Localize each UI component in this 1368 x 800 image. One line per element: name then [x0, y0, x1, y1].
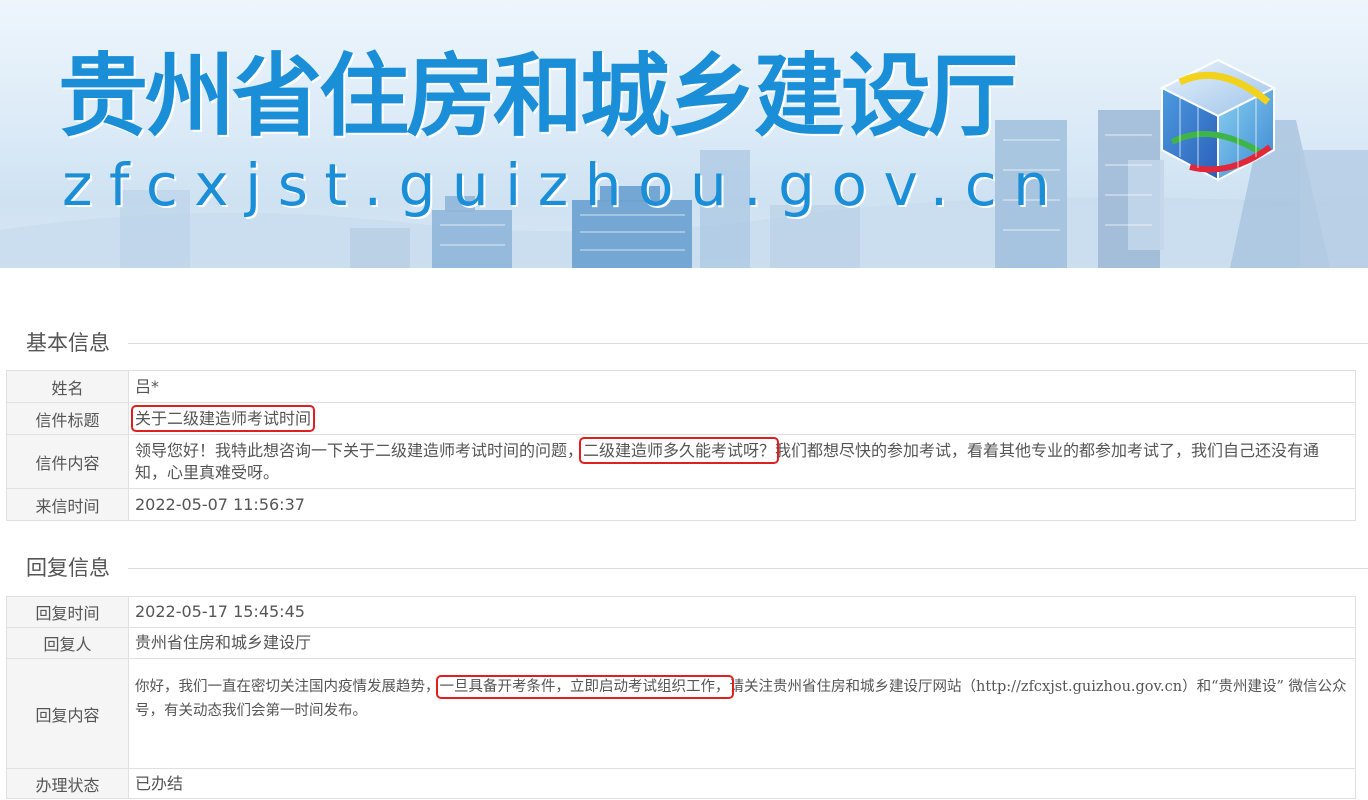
reply-time-value: 2022-05-17 15:45:45: [128, 596, 1356, 628]
table-row: 姓名 吕*: [6, 370, 1356, 403]
basic-info-header: 基本信息: [0, 328, 1368, 358]
content-highlight: 二级建造师多久能考试呀？: [579, 436, 780, 464]
reply-info-table: 回复时间 2022-05-17 15:45:45 回复人 贵州省住房和城乡建设厅…: [6, 596, 1356, 799]
reply-info-heading: 回复信息: [26, 553, 116, 583]
subject-value: 关于二级建造师考试时间: [130, 404, 316, 432]
site-banner: 贵州省住房和城乡建设厅 zfcxjst.guizhou.gov.cn: [0, 0, 1368, 268]
table-row: 回复时间 2022-05-17 15:45:45: [6, 596, 1356, 628]
reply-content-label: 回复内容: [6, 658, 129, 769]
banner-domain: zfcxjst.guizhou.gov.cn: [62, 151, 1067, 219]
basic-info-table: 姓名 吕* 信件标题 关于二级建造师考试时间 信件内容 领导您好！我特此想咨询一…: [6, 370, 1356, 521]
letter-time-label: 来信时间: [6, 488, 129, 521]
table-row: 信件标题 关于二级建造师考试时间: [6, 402, 1356, 435]
divider: [128, 568, 1368, 569]
letter-time-value: 2022-05-07 11:56:37: [128, 488, 1356, 521]
table-row: 办理状态 已办结: [6, 768, 1356, 799]
content-label: 信件内容: [6, 434, 129, 489]
table-row: 信件内容 领导您好！我特此想咨询一下关于二级建造师考试时间的问题，二级建造师多久…: [6, 434, 1356, 489]
reply-content: 你好，我们一直在密切关注国内疫情发展趋势，一旦具备开考条件，立即启动考试组织工作…: [135, 675, 1347, 719]
table-row: 来信时间 2022-05-07 11:56:37: [6, 488, 1356, 521]
department-logo-icon: [1159, 58, 1277, 182]
name-value: 吕*: [128, 370, 1356, 403]
name-label: 姓名: [6, 370, 129, 403]
basic-info-heading: 基本信息: [26, 328, 116, 358]
status-label: 办理状态: [6, 768, 129, 799]
divider: [128, 343, 1368, 344]
banner-title: 贵州省住房和城乡建设厅: [58, 44, 1018, 149]
reply-time-label: 回复时间: [6, 596, 129, 628]
table-row: 回复人 贵州省住房和城乡建设厅: [6, 627, 1356, 659]
letter-content: 领导您好！我特此想咨询一下关于二级建造师考试时间的问题，二级建造师多久能考试呀？…: [128, 434, 1356, 489]
subject-label: 信件标题: [6, 402, 129, 435]
status-value: 已办结: [128, 768, 1356, 799]
replier-label: 回复人: [6, 627, 129, 659]
replier-value: 贵州省住房和城乡建设厅: [128, 627, 1356, 659]
reply-highlight: 一旦具备开考条件，立即启动考试组织工作，: [435, 675, 734, 699]
table-row: 回复内容 你好，我们一直在密切关注国内疫情发展趋势，一旦具备开考条件，立即启动考…: [6, 658, 1356, 769]
reply-info-header: 回复信息: [0, 553, 1368, 583]
